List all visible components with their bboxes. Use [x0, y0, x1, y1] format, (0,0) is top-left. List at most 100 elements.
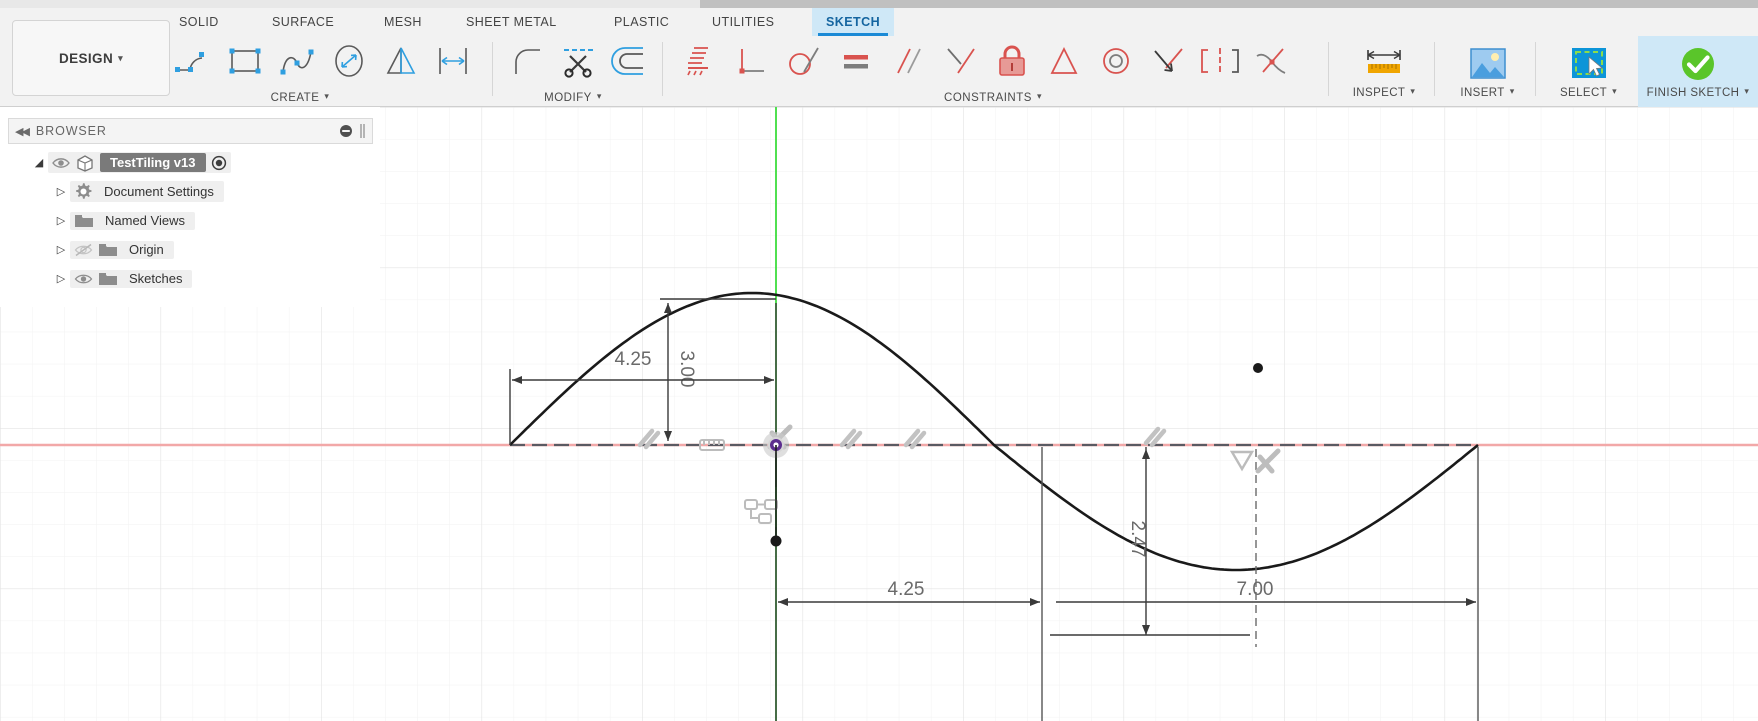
- expander-icon[interactable]: ◢: [30, 156, 48, 169]
- tree-item-testtiling[interactable]: ◢ TestTiling v13: [8, 148, 373, 177]
- chevron-down-icon: ▾: [1509, 86, 1515, 96]
- parallel-constraint-icon: [897, 48, 921, 74]
- tab-plastic[interactable]: PLASTIC: [600, 8, 683, 36]
- dimension-value-3-00[interactable]: 3.00: [676, 351, 697, 388]
- symmetry-constraint-button[interactable]: [1194, 37, 1246, 85]
- panel-grip-icon[interactable]: [359, 123, 366, 139]
- gear-icon: [76, 183, 92, 199]
- expander-icon[interactable]: ▷: [52, 214, 70, 227]
- browser-title: BROWSER: [35, 124, 107, 138]
- tree-item-sketches[interactable]: ▷ Sketches: [8, 264, 373, 293]
- tree-item-label[interactable]: Origin: [123, 242, 170, 257]
- arc-tool-button[interactable]: [168, 37, 220, 85]
- eye-visible-icon[interactable]: [74, 272, 93, 286]
- tree-item-origin[interactable]: ▷ Origin: [8, 235, 373, 264]
- tab-surface[interactable]: SURFACE: [258, 8, 348, 36]
- tab-utilities[interactable]: UTILITIES: [698, 8, 788, 36]
- chevron-down-icon: ▾: [1410, 86, 1416, 96]
- tangent-constraint-button[interactable]: [778, 37, 830, 85]
- finish-sketch-button[interactable]: FINISH SKETCH ▾: [1638, 36, 1758, 107]
- concentric-constraint-button[interactable]: [1090, 37, 1142, 85]
- panel-divider: [492, 42, 493, 96]
- browser-header[interactable]: ◀◀ BROWSER: [8, 118, 373, 144]
- panel-divider: [1328, 42, 1329, 96]
- tree-item-label[interactable]: Named Views: [99, 213, 191, 228]
- expander-icon[interactable]: ▷: [52, 185, 70, 198]
- chevron-down-icon: ▾: [1612, 86, 1618, 96]
- midpoint-constraint-button[interactable]: [1142, 37, 1194, 85]
- dimension-value-4-25-upper[interactable]: 4.25: [615, 349, 652, 370]
- panel-insert-title: INSERT: [1460, 87, 1505, 99]
- panel-create-title[interactable]: CREATE: [271, 92, 320, 104]
- chevron-down-icon: ▾: [1036, 91, 1042, 101]
- dimension-value-2-47[interactable]: 2.47: [1127, 521, 1148, 558]
- browser-tree: ◢ TestTiling v13 ▷ Document Settings ▷ N…: [8, 148, 373, 293]
- chevron-down-icon: ▾: [324, 91, 330, 101]
- workspace-selector[interactable]: DESIGN ▾: [12, 20, 170, 96]
- mirror-tool-button[interactable]: [376, 37, 428, 85]
- symmetry-constraint-icon: [1201, 48, 1239, 74]
- finish-sketch-check-icon: [1682, 48, 1714, 80]
- dimension-value-4-25-lower[interactable]: 4.25: [888, 579, 925, 600]
- eye-visible-icon[interactable]: [52, 156, 70, 170]
- arc-tool-icon: [175, 52, 204, 72]
- sketch-point-free[interactable]: [1253, 363, 1263, 373]
- concentric-constraint-icon: [1103, 48, 1129, 74]
- tab-sheet-metal[interactable]: SHEET METAL: [452, 8, 571, 36]
- tab-sketch[interactable]: SKETCH: [812, 8, 895, 36]
- panel-modify-title[interactable]: MODIFY: [544, 92, 592, 104]
- equal-constraint-button[interactable]: [830, 37, 882, 85]
- trim-tool-button[interactable]: [554, 37, 606, 85]
- panel-insert: INSERT ▾: [1440, 36, 1535, 107]
- tree-item-named-views[interactable]: ▷ Named Views: [8, 206, 373, 235]
- tab-mesh[interactable]: MESH: [370, 8, 436, 36]
- perpendicular-constraint-button[interactable]: [726, 37, 778, 85]
- ellipse-tool-icon: [335, 45, 363, 77]
- fillet-tool-icon: [515, 49, 540, 74]
- chevron-down-icon: ▾: [118, 52, 124, 63]
- dimension-value-7-00[interactable]: 7.00: [1237, 579, 1274, 600]
- fusion360-window: DESIGN ▾ SOLID SURFACE MESH SHEET METAL P…: [0, 0, 1758, 721]
- eye-hidden-icon[interactable]: [74, 243, 93, 257]
- ellipse-tool-button[interactable]: [324, 37, 376, 85]
- fillet-tool-button[interactable]: [502, 37, 554, 85]
- linear-pattern-tool-icon: [439, 48, 467, 74]
- activate-radio-icon[interactable]: [211, 155, 227, 171]
- minimize-icon[interactable]: [339, 124, 353, 138]
- midpoint-constraint-icon: [1154, 48, 1183, 72]
- fix-unfix-constraint-button[interactable]: [986, 37, 1038, 85]
- coincident-constraint-icon: [947, 48, 975, 74]
- tree-item-label[interactable]: Document Settings: [98, 184, 220, 199]
- ground-constraint-button[interactable]: [674, 37, 726, 85]
- measure-icon: [1367, 50, 1401, 73]
- select-button[interactable]: SELECT ▾: [1546, 36, 1632, 107]
- tree-item-document-settings[interactable]: ▷ Document Settings: [8, 177, 373, 206]
- tab-strip-right: [700, 0, 1758, 8]
- collinear-constraint-button[interactable]: [1038, 37, 1090, 85]
- expander-icon[interactable]: ▷: [52, 243, 70, 256]
- window-tab-strip: [0, 0, 1758, 8]
- parallel-constraint-button[interactable]: [882, 37, 934, 85]
- spline-tool-button[interactable]: [272, 37, 324, 85]
- panel-inspect-title: INSPECT: [1352, 87, 1406, 99]
- tab-solid[interactable]: SOLID: [165, 8, 233, 36]
- offset-tool-button[interactable]: [606, 37, 658, 85]
- rectangle-tool-button[interactable]: [220, 37, 272, 85]
- tree-item-label[interactable]: Sketches: [123, 271, 188, 286]
- collinear-constraint-icon: [1050, 46, 1078, 74]
- curvature-constraint-button[interactable]: [1246, 37, 1298, 85]
- panel-select-title: SELECT: [1559, 87, 1608, 99]
- insert-button[interactable]: INSERT ▾: [1445, 36, 1531, 107]
- panel-inspect: INSPECT ▾: [1334, 36, 1434, 107]
- perpendicular-constraint-icon: [739, 49, 764, 74]
- panel-finish-sketch: FINISH SKETCH ▾: [1638, 36, 1758, 107]
- expander-icon[interactable]: ▷: [52, 272, 70, 285]
- panel-constraints-title[interactable]: CONSTRAINTS: [944, 92, 1032, 104]
- select-window-icon: [1571, 48, 1606, 78]
- linear-pattern-tool-button[interactable]: [428, 37, 480, 85]
- tree-item-label[interactable]: TestTiling v13: [100, 153, 206, 172]
- offset-tool-icon: [611, 47, 643, 75]
- measure-button[interactable]: INSPECT ▾: [1341, 36, 1427, 107]
- collapse-left-icon[interactable]: ◀◀: [15, 125, 30, 138]
- coincident-constraint-button[interactable]: [934, 37, 986, 85]
